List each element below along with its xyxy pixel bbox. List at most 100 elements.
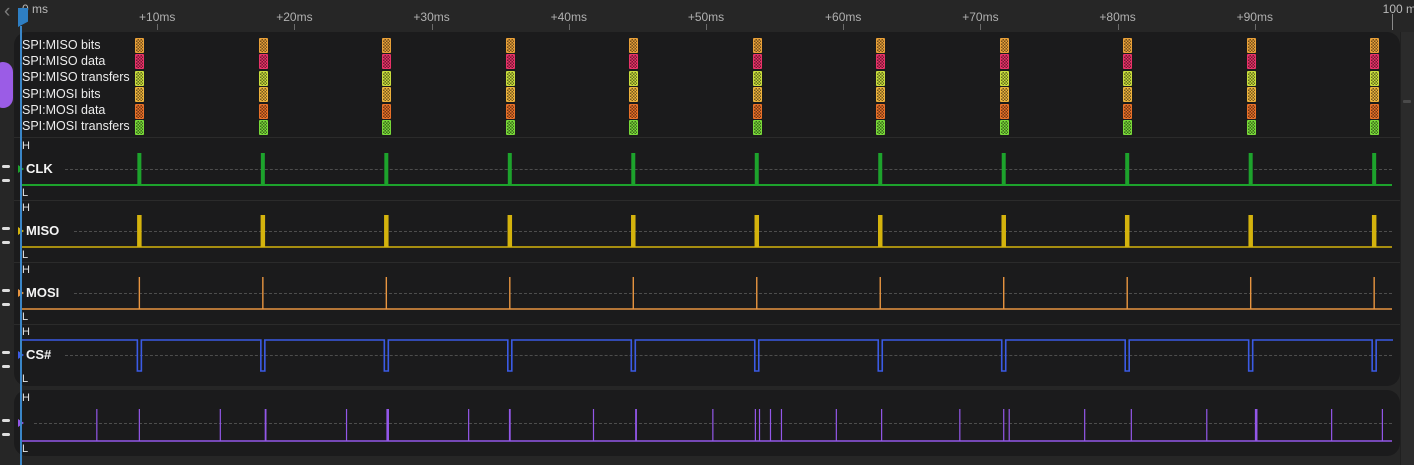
annotation-block[interactable] bbox=[752, 103, 762, 119]
annotation-block[interactable] bbox=[135, 87, 145, 103]
annotation-block[interactable] bbox=[382, 103, 392, 119]
ruler-tick-label: +70ms bbox=[962, 10, 999, 24]
annotation-block[interactable] bbox=[629, 87, 639, 103]
annotation-block[interactable] bbox=[999, 54, 1009, 70]
timeline-ruler[interactable]: 0 ms 100 ms +10ms+20ms+30ms+40ms+50ms+60… bbox=[0, 0, 1414, 31]
annotation-block[interactable] bbox=[1246, 87, 1256, 103]
annotation-block[interactable] bbox=[1123, 70, 1133, 86]
annotation-block[interactable] bbox=[1370, 120, 1380, 135]
annotation-block[interactable] bbox=[629, 38, 639, 53]
annotation-block[interactable] bbox=[629, 54, 639, 70]
ruler-tick-label: +60ms bbox=[825, 10, 862, 24]
decoder-row-label: SPI:MISO data bbox=[22, 54, 106, 69]
annotation-block[interactable] bbox=[1123, 87, 1133, 103]
annotation-block[interactable] bbox=[752, 120, 762, 135]
annotation-block[interactable] bbox=[505, 87, 515, 103]
annotation-block[interactable] bbox=[1370, 70, 1380, 86]
annotation-block[interactable] bbox=[876, 87, 886, 103]
annotation-block[interactable] bbox=[1246, 70, 1256, 86]
annotation-block[interactable] bbox=[999, 103, 1009, 119]
ruler-tick-mark bbox=[980, 24, 982, 30]
channel-row-miso[interactable]: H L MISO bbox=[0, 200, 1414, 262]
annotation-block[interactable] bbox=[135, 54, 145, 70]
annotation-block[interactable] bbox=[258, 70, 268, 86]
ruler-tick-label: +30ms bbox=[413, 10, 450, 24]
annotation-block[interactable] bbox=[505, 38, 515, 53]
annotation-block[interactable] bbox=[505, 54, 515, 70]
channel-row-mosi[interactable]: H L MOSI bbox=[0, 262, 1414, 324]
ruler-tick-mark bbox=[431, 24, 433, 30]
channel-row-clk[interactable]: H L CLK bbox=[0, 138, 1414, 200]
annotation-block[interactable] bbox=[629, 103, 639, 119]
decoder-row-label: SPI:MOSI data bbox=[22, 102, 106, 117]
annotation-block[interactable] bbox=[999, 70, 1009, 86]
waveform-trace bbox=[20, 153, 1392, 186]
annotation-block[interactable] bbox=[1370, 38, 1380, 53]
collapse-sidebar-icon[interactable]: ‹ bbox=[4, 2, 10, 22]
decoder-row-label: SPI:MISO bits bbox=[22, 38, 101, 52]
annotation-block[interactable] bbox=[876, 70, 886, 86]
annotation-block[interactable] bbox=[258, 87, 268, 103]
annotation-block[interactable] bbox=[135, 38, 145, 53]
annotation-block[interactable] bbox=[505, 103, 515, 119]
annotation-block[interactable] bbox=[1246, 120, 1256, 135]
ruler-tick-label: +80ms bbox=[1099, 10, 1136, 24]
annotation-block[interactable] bbox=[1370, 103, 1380, 119]
channel-row-cs[interactable]: H L CS# bbox=[0, 324, 1414, 386]
annotation-block[interactable] bbox=[1246, 103, 1256, 119]
annotation-block[interactable] bbox=[1123, 103, 1133, 119]
annotation-block[interactable] bbox=[752, 70, 762, 86]
ruler-tick-label: +20ms bbox=[276, 10, 313, 24]
annotation-block[interactable] bbox=[258, 38, 268, 53]
annotation-block[interactable] bbox=[505, 70, 515, 86]
decoder-row-label: SPI:MOSI transfers bbox=[22, 119, 130, 133]
annotation-block[interactable] bbox=[382, 120, 392, 135]
annotation-block[interactable] bbox=[382, 70, 392, 86]
annotation-block[interactable] bbox=[258, 120, 268, 135]
annotation-block[interactable] bbox=[999, 87, 1009, 103]
annotation-block[interactable] bbox=[752, 38, 762, 53]
annotation-block[interactable] bbox=[382, 87, 392, 103]
annotation-block[interactable] bbox=[1370, 54, 1380, 70]
time-marker-line[interactable] bbox=[20, 26, 22, 465]
annotation-block[interactable] bbox=[876, 54, 886, 70]
annotation-block[interactable] bbox=[629, 70, 639, 86]
annotation-block[interactable] bbox=[135, 70, 145, 86]
annotation-block[interactable] bbox=[1123, 54, 1133, 70]
annotation-block[interactable] bbox=[876, 38, 886, 53]
annotation-block[interactable] bbox=[1123, 120, 1133, 135]
annotation-block[interactable] bbox=[1123, 38, 1133, 53]
annotation-block[interactable] bbox=[258, 103, 268, 119]
annotation-block[interactable] bbox=[876, 120, 886, 135]
annotation-block[interactable] bbox=[382, 38, 392, 53]
annotation-block[interactable] bbox=[1370, 87, 1380, 103]
decoder-row-label: SPI:MISO transfers bbox=[22, 70, 130, 85]
annotation-block[interactable] bbox=[999, 120, 1009, 135]
ruler-tick-mark bbox=[706, 24, 707, 30]
ruler-tick-label: +50ms bbox=[687, 10, 725, 24]
channel-row-aux[interactable]: HL bbox=[0, 390, 1414, 456]
decoder-row-label: SPI:MOSI bits bbox=[22, 86, 101, 101]
ruler-tick-mark bbox=[157, 24, 159, 30]
annotation-block[interactable] bbox=[876, 103, 886, 119]
ruler-tick-mark bbox=[843, 24, 845, 30]
annotation-block[interactable] bbox=[505, 120, 515, 135]
annotation-block[interactable] bbox=[752, 87, 762, 103]
annotation-block[interactable] bbox=[258, 54, 268, 70]
ruler-tick-mark bbox=[1254, 24, 1256, 30]
annotation-block[interactable] bbox=[1246, 54, 1256, 70]
ruler-tick-mark bbox=[1117, 24, 1119, 30]
scrollbar-thumb[interactable] bbox=[1403, 100, 1411, 103]
annotation-block[interactable] bbox=[1246, 38, 1256, 53]
annotation-block[interactable] bbox=[629, 120, 639, 135]
annotation-block[interactable] bbox=[135, 103, 145, 119]
annotation-block[interactable] bbox=[382, 54, 392, 70]
annotation-block[interactable] bbox=[999, 38, 1009, 53]
annotation-block[interactable] bbox=[135, 120, 145, 135]
annotation-block[interactable] bbox=[752, 54, 762, 70]
decoder-tab-handle[interactable] bbox=[0, 62, 13, 108]
ruler-tick-label: +40ms bbox=[550, 10, 587, 24]
waveform-trace bbox=[20, 277, 1392, 310]
ruler-end-tick bbox=[1392, 14, 1393, 30]
waveform-trace bbox=[20, 339, 1393, 372]
